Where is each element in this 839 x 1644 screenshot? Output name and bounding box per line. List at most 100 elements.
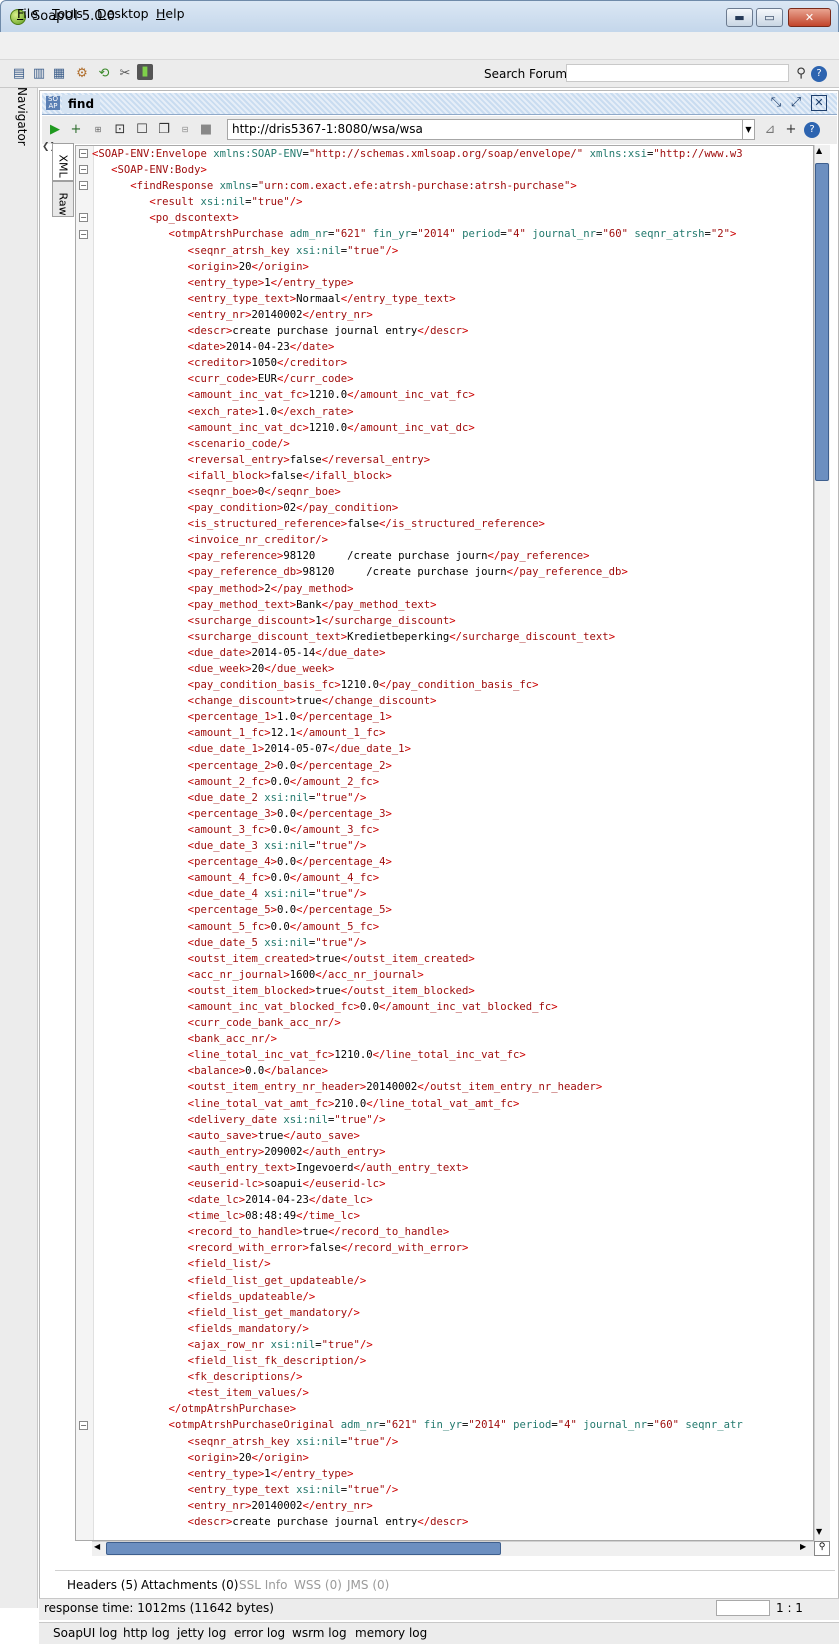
menu-help[interactable]: Help: [156, 6, 185, 21]
save-all-icon[interactable]: ▦: [51, 66, 67, 82]
fold-toggle-icon[interactable]: −: [79, 165, 88, 175]
code-line[interactable]: <pay_condition>02</pay_condition>: [92, 500, 810, 516]
code-line[interactable]: <euserid-lc>soapui</euserid-lc>: [92, 1176, 810, 1192]
clone-icon[interactable]: ☐: [134, 122, 150, 138]
code-line[interactable]: <amount_inc_vat_blocked_fc>0.0</amount_i…: [92, 999, 810, 1015]
code-line[interactable]: <percentage_3>0.0</percentage_3>: [92, 806, 810, 822]
chevron-down-icon[interactable]: ▼: [742, 120, 754, 139]
code-line[interactable]: <origin>20</origin>: [92, 259, 810, 275]
tab-xml[interactable]: XML: [52, 143, 74, 181]
code-line[interactable]: <fk_descriptions/>: [92, 1369, 810, 1385]
request-help-icon[interactable]: ?: [804, 122, 820, 138]
code-line[interactable]: <entry_type>1</entry_type>: [92, 275, 810, 291]
code-line[interactable]: <ifall_block>false</ifall_block>: [92, 468, 810, 484]
code-line[interactable]: </otmpAtrshPurchase>: [92, 1401, 810, 1417]
minimize-button[interactable]: ▬: [726, 8, 753, 27]
auth-icon[interactable]: ⊿: [762, 122, 778, 138]
code-line[interactable]: <test_item_values/>: [92, 1385, 810, 1401]
code-line[interactable]: <due_date_5 xsi:nil="true"/>: [92, 935, 810, 951]
menu-file[interactable]: File: [17, 6, 38, 21]
fold-toggle-icon[interactable]: −: [79, 149, 88, 158]
code-line[interactable]: <line_total_vat_amt_fc>210.0</line_total…: [92, 1096, 810, 1112]
menu-tools[interactable]: Tools: [52, 6, 83, 21]
detach-panel-icon[interactable]: ⤢: [788, 95, 804, 111]
switch-icon[interactable]: ⟲: [96, 66, 112, 82]
code-line[interactable]: <amount_inc_vat_fc>1210.0</amount_inc_va…: [92, 387, 810, 403]
code-line[interactable]: <time_lc>08:48:49</time_lc>: [92, 1208, 810, 1224]
code-line[interactable]: <amount_5_fc>0.0</amount_5_fc>: [92, 919, 810, 935]
code-line[interactable]: <surcharge_discount_text>Kredietbeperkin…: [92, 629, 810, 645]
code-line[interactable]: <due_week>20</due_week>: [92, 661, 810, 677]
code-line[interactable]: <due_date_1>2014-05-07</due_date_1>: [92, 741, 810, 757]
code-line[interactable]: <otmpAtrshPurchaseOriginal adm_nr="621" …: [92, 1417, 810, 1433]
code-line[interactable]: <entry_nr>20140002</entry_nr>: [92, 1498, 810, 1514]
code-line[interactable]: <field_list_get_updateable/>: [92, 1273, 810, 1289]
code-line[interactable]: <amount_2_fc>0.0</amount_2_fc>: [92, 774, 810, 790]
search-forum-input[interactable]: [566, 64, 789, 82]
navigator-label[interactable]: Navigator: [15, 87, 29, 167]
scroll-left-icon[interactable]: ◀: [94, 1542, 100, 1551]
code-line[interactable]: <outst_item_blocked>true</outst_item_blo…: [92, 983, 810, 999]
format-icon[interactable]: ⊡: [112, 122, 128, 138]
code-line[interactable]: <entry_type_text>Normaal</entry_type_tex…: [92, 291, 810, 307]
menu-desktop[interactable]: Desktop: [97, 6, 149, 21]
code-line[interactable]: <auto_save>true</auto_save>: [92, 1128, 810, 1144]
code-line[interactable]: <record_to_handle>true</record_to_handle…: [92, 1224, 810, 1240]
preferences-icon[interactable]: ⚙: [74, 66, 90, 82]
code-line[interactable]: <fields_mandatory/>: [92, 1321, 810, 1337]
code-line[interactable]: <curr_code_bank_acc_nr/>: [92, 1015, 810, 1031]
code-line[interactable]: <seqnr_boe>0</seqnr_boe>: [92, 484, 810, 500]
code-line[interactable]: <amount_inc_vat_dc>1210.0</amount_inc_va…: [92, 420, 810, 436]
copy-icon[interactable]: ❐: [156, 122, 172, 138]
code-line[interactable]: <percentage_2>0.0</percentage_2>: [92, 758, 810, 774]
code-line[interactable]: <SOAP-ENV:Body>: [92, 162, 810, 178]
new-project-icon[interactable]: ▤: [11, 66, 27, 82]
tools-icon[interactable]: ✂: [117, 66, 133, 82]
code-line[interactable]: <line_total_inc_vat_fc>1210.0</line_tota…: [92, 1047, 810, 1063]
code-line[interactable]: <po_dscontext>: [92, 210, 810, 226]
code-line[interactable]: <percentage_4>0.0</percentage_4>: [92, 854, 810, 870]
code-line[interactable]: <amount_4_fc>0.0</amount_4_fc>: [92, 870, 810, 886]
fold-toggle-icon[interactable]: −: [79, 1420, 88, 1430]
code-line[interactable]: <auth_entry>209002</auth_entry>: [92, 1144, 810, 1160]
tab-wsrm-log[interactable]: wsrm log: [292, 1626, 347, 1640]
tab-jetty-log[interactable]: jetty log: [177, 1626, 226, 1640]
tab-raw[interactable]: Raw: [52, 181, 74, 217]
code-line[interactable]: <exch_rate>1.0</exch_rate>: [92, 404, 810, 420]
code-line[interactable]: <origin>20</origin>: [92, 1450, 810, 1466]
tab-error-log[interactable]: error log: [234, 1626, 285, 1640]
code-line[interactable]: <seqnr_atrsh_key xsi:nil="true"/>: [92, 243, 810, 259]
fold-toggle-icon[interactable]: −: [79, 181, 88, 191]
navigator-panel[interactable]: [0, 88, 38, 1608]
code-line[interactable]: <pay_reference_db>98120 /create purchase…: [92, 564, 810, 580]
restore-panel-icon[interactable]: ⤡: [768, 95, 784, 111]
code-line[interactable]: <bank_acc_nr/>: [92, 1031, 810, 1047]
scroll-right-icon[interactable]: ▶: [800, 1542, 806, 1551]
monitor-icon[interactable]: ▮: [137, 64, 153, 80]
code-line[interactable]: <date_lc>2014-04-23</date_lc>: [92, 1192, 810, 1208]
code-line[interactable]: <surcharge_discount>1</surcharge_discoun…: [92, 613, 810, 629]
code-line[interactable]: <record_with_error>false</record_with_er…: [92, 1240, 810, 1256]
tab-http-log[interactable]: http log: [123, 1626, 170, 1640]
tab-headers[interactable]: Headers (5): [67, 1578, 138, 1592]
code-line[interactable]: <pay_condition_basis_fc>1210.0</pay_cond…: [92, 677, 810, 693]
tab-memory-log[interactable]: memory log: [355, 1626, 427, 1640]
code-line[interactable]: <field_list_get_mandatory/>: [92, 1305, 810, 1321]
close-button[interactable]: ✕: [788, 8, 831, 27]
code-line[interactable]: <field_list_fk_description/>: [92, 1353, 810, 1369]
code-line[interactable]: <auth_entry_text>Ingevoerd</auth_entry_t…: [92, 1160, 810, 1176]
code-line[interactable]: <reversal_entry>false</reversal_entry>: [92, 452, 810, 468]
code-line[interactable]: <otmpAtrshPurchase adm_nr="621" fin_yr="…: [92, 226, 810, 242]
code-line[interactable]: <change_discount>true</change_discount>: [92, 693, 810, 709]
fold-toggle-icon[interactable]: −: [79, 229, 88, 239]
code-line[interactable]: <due_date_4 xsi:nil="true"/>: [92, 886, 810, 902]
maximize-button[interactable]: ▭: [756, 8, 783, 27]
create-empty-icon[interactable]: ⊞: [90, 122, 106, 138]
help-icon[interactable]: ?: [811, 66, 827, 82]
tab-attachments[interactable]: Attachments (0): [141, 1578, 238, 1592]
code-line[interactable]: <invoice_nr_creditor/>: [92, 532, 810, 548]
code-line[interactable]: <pay_reference>98120 /create purchase jo…: [92, 548, 810, 564]
code-line[interactable]: <due_date_3 xsi:nil="true"/>: [92, 838, 810, 854]
code-line[interactable]: <delivery_date xsi:nil="true"/>: [92, 1112, 810, 1128]
zoom-icon[interactable]: ⚲: [814, 1541, 830, 1556]
